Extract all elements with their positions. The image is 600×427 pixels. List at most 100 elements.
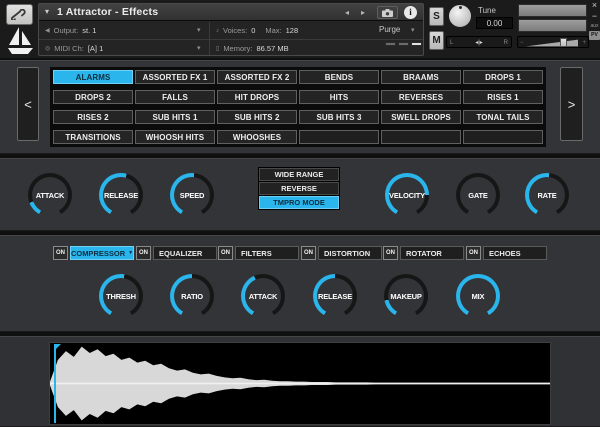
knob-attack[interactable]: ATTACK [28, 173, 72, 217]
knob-thresh[interactable]: THRESH [99, 274, 143, 318]
header-panel: ▾ 1 Attractor - Effects ◂ ▸ i ◀ Output: … [38, 3, 424, 56]
status-indicator-lit [411, 42, 422, 46]
edit-wrench-button[interactable] [6, 4, 33, 25]
midi-channel-select[interactable]: ◎ MIDI Ch: [A] 1 [45, 40, 205, 57]
output-caret-icon[interactable]: ▾ [197, 26, 201, 34]
preset-whooshes[interactable]: WHOOSHES [217, 130, 297, 144]
knob-label: MAKEUP [384, 274, 428, 318]
level-meter-right [518, 19, 587, 32]
preset-drops-1[interactable]: DROPS 1 [463, 70, 543, 84]
status-indicator [385, 42, 396, 46]
voices-label: Voices: [223, 26, 247, 35]
tune-value[interactable]: 0.00 [476, 17, 513, 29]
preset-alarms[interactable]: ALARMS [53, 70, 133, 84]
knob-rate[interactable]: RATE [525, 173, 569, 217]
status-indicator [398, 42, 409, 46]
preset-braams[interactable]: BRAAMS [381, 70, 461, 84]
knob-mix[interactable]: MIX [456, 274, 500, 318]
collapse-caret-icon[interactable]: ▾ [45, 7, 49, 16]
preset-drops-2[interactable]: DROPS 2 [53, 90, 133, 104]
knob-label: THRESH [99, 274, 143, 318]
preset-empty-slot [381, 130, 461, 144]
preset-reverses[interactable]: REVERSES [381, 90, 461, 104]
knob-label: ATTACK [241, 274, 285, 318]
waveform-display[interactable] [49, 342, 551, 425]
pan-handle-icon[interactable]: ◂|▸ [475, 39, 483, 46]
snapshot-button[interactable] [377, 6, 398, 19]
memory-value: 86.57 MB [256, 44, 288, 53]
volume-wedge-icon [526, 39, 578, 47]
preset-hits[interactable]: HITS [299, 90, 379, 104]
knob-release[interactable]: RELEASE [313, 274, 357, 318]
volume-min-icon: − [520, 40, 524, 46]
close-button[interactable]: × [589, 0, 600, 10]
knob-release[interactable]: RELEASE [99, 173, 143, 217]
solo-button[interactable]: S [429, 7, 444, 26]
aux-button[interactable]: aux [589, 23, 600, 29]
volume-handle[interactable] [560, 38, 567, 47]
level-meter-left [518, 4, 587, 17]
preset-page-next-button[interactable]: > [560, 67, 583, 141]
preset-rises-2[interactable]: RISES 2 [53, 110, 133, 124]
knob-label: RELEASE [99, 173, 143, 217]
purge-menu[interactable]: Purge [379, 25, 400, 34]
preset-falls[interactable]: FALLS [135, 90, 215, 104]
midi-label: MIDI Ch: [54, 44, 84, 53]
memory-label: Memory: [223, 44, 252, 53]
knob-speed[interactable]: SPEED [170, 173, 214, 217]
memory-icon: ▯ [216, 45, 219, 52]
preset-assorted-fx-1[interactable]: ASSORTED FX 1 [135, 70, 215, 84]
output-label: Output: [54, 26, 79, 35]
knob-label: RATIO [170, 274, 214, 318]
preset-hit-drops[interactable]: HIT DROPS [217, 90, 297, 104]
knob-label: RATE [525, 173, 569, 217]
instrument-title-bar[interactable]: ▾ 1 Attractor - Effects ◂ ▸ [39, 4, 423, 21]
preset-empty-slot [463, 130, 543, 144]
prev-instrument-icon[interactable]: ◂ [345, 8, 349, 17]
volume-slider[interactable]: − + [517, 36, 589, 48]
voices-icon: ♪ [216, 28, 219, 34]
mute-button[interactable]: M [429, 31, 444, 50]
next-instrument-icon[interactable]: ▸ [361, 8, 365, 17]
knob-makeup[interactable]: MAKEUP [384, 274, 428, 318]
preset-page-prev-button[interactable]: < [17, 67, 39, 141]
waveform-svg [50, 343, 550, 424]
playhead-marker[interactable] [54, 344, 56, 423]
preset-sub-hits-3[interactable]: SUB HITS 3 [299, 110, 379, 124]
mode-wide-range[interactable]: WIDE RANGE [259, 168, 339, 181]
knob-attack[interactable]: ATTACK [241, 274, 285, 318]
pan-slider[interactable]: L ◂|▸ R [446, 36, 512, 48]
knob-ratio[interactable]: RATIO [170, 274, 214, 318]
preset-empty-slot [299, 130, 379, 144]
minimize-button[interactable]: − [589, 11, 600, 21]
preset-rises-1[interactable]: RISES 1 [463, 90, 543, 104]
purge-caret-icon[interactable]: ▾ [411, 26, 415, 34]
knob-velocity[interactable]: VELOCITY [385, 173, 429, 217]
knob-gate[interactable]: GATE [456, 173, 500, 217]
knob-label: ATTACK [28, 173, 72, 217]
preset-sub-hits-1[interactable]: SUB HITS 1 [135, 110, 215, 124]
memory-readout: ▯ Memory: 86.57 MB [216, 40, 371, 57]
preset-assorted-fx-2[interactable]: ASSORTED FX 2 [217, 70, 297, 84]
tune-knob[interactable] [447, 3, 473, 29]
max-value: 128 [286, 26, 299, 35]
preset-sub-hits-2[interactable]: SUB HITS 2 [217, 110, 297, 124]
wrench-icon [11, 9, 28, 20]
boat-logo-icon [7, 27, 34, 56]
preset-tonal-tails[interactable]: TONAL TAILS [463, 110, 543, 124]
output-select[interactable]: ◀ Output: st. 1 [45, 22, 205, 39]
volume-max-icon: + [582, 40, 586, 46]
pv-button[interactable]: PV [589, 31, 600, 40]
output-value: st. 1 [82, 26, 96, 35]
preset-transitions[interactable]: TRANSITIONS [53, 130, 133, 144]
knob-label: SPEED [170, 173, 214, 217]
tune-label: Tune [478, 6, 496, 15]
preset-swell-drops[interactable]: SWELL DROPS [381, 110, 461, 124]
info-button[interactable]: i [404, 6, 417, 19]
midi-caret-icon[interactable]: ▾ [197, 44, 201, 52]
mode-reverse[interactable]: REVERSE [259, 182, 339, 195]
preset-bends[interactable]: BENDS [299, 70, 379, 84]
preset-whoosh-hits[interactable]: WHOOSH HITS [135, 130, 215, 144]
instrument-title: 1 Attractor - Effects [57, 6, 158, 18]
mode-tmpro-mode[interactable]: TMPRO MODE [259, 196, 339, 209]
